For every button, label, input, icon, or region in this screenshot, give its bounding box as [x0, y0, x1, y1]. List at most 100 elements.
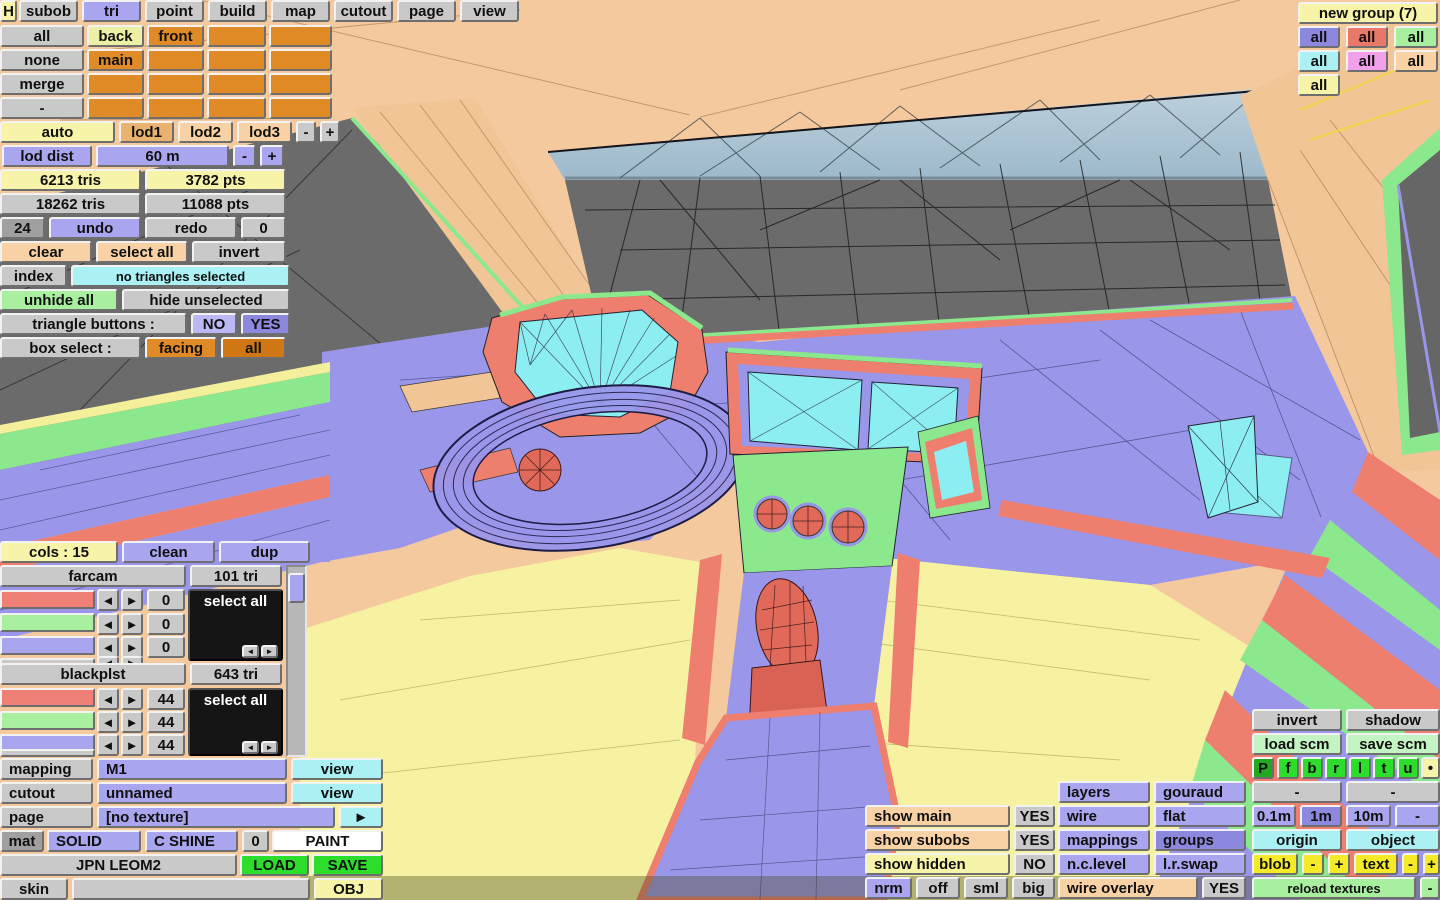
skin-button[interactable]: skin [0, 878, 68, 900]
mappings-button[interactable]: mappings [1058, 829, 1150, 851]
lod-dist-plus[interactable]: + [260, 145, 284, 167]
nrm-off-button[interactable]: off [916, 877, 960, 899]
group-all-red[interactable]: all [1346, 26, 1388, 48]
subob-back[interactable]: back [87, 25, 144, 47]
menu-tri[interactable]: tri [82, 0, 141, 22]
slider-blue[interactable] [0, 636, 95, 655]
lod-minus[interactable]: - [296, 121, 316, 143]
undo-button[interactable]: undo [49, 217, 141, 239]
nclevel-button[interactable]: n.c.level [1058, 853, 1150, 875]
show-subobs-toggle[interactable]: YES [1014, 829, 1055, 851]
object-button[interactable]: object [1346, 829, 1440, 851]
slider-left-arrow[interactable]: ◄ [97, 613, 119, 635]
cols-dup-button[interactable]: dup [219, 541, 310, 563]
lod-auto[interactable]: auto [0, 121, 115, 143]
mat-shine-value[interactable]: 0 [242, 830, 269, 852]
index-button[interactable]: index [0, 265, 67, 287]
slider-left-arrow[interactable]: ◄ [97, 636, 119, 658]
group-all-purple[interactable]: all [1298, 26, 1340, 48]
gouraud-button[interactable]: gouraud [1154, 781, 1246, 803]
unhide-all-button[interactable]: unhide all [0, 289, 118, 311]
proj-l-button[interactable]: l [1349, 757, 1371, 779]
slider-right-arrow[interactable]: ► [121, 711, 143, 733]
show-hidden-toggle[interactable]: NO [1014, 853, 1055, 875]
show-hidden-label[interactable]: show hidden [865, 853, 1010, 875]
slider-left-arrow[interactable]: ◄ [97, 589, 119, 611]
text-button[interactable]: text [1354, 853, 1398, 875]
obj-button[interactable]: OBJ [314, 878, 383, 900]
new-group-button[interactable]: new group (7) [1298, 2, 1438, 24]
show-main-label[interactable]: show main [865, 805, 1010, 827]
slider-green[interactable] [0, 613, 95, 632]
clear-button[interactable]: clear [0, 241, 92, 263]
nrm-sml-button[interactable]: sml [964, 877, 1008, 899]
page-label[interactable]: page [0, 806, 93, 828]
subob-minus[interactable]: - [0, 97, 84, 119]
group-slot[interactable] [207, 97, 266, 119]
color-next-arrow[interactable]: ► [261, 741, 278, 754]
subob-front[interactable]: front [147, 25, 204, 47]
group-all-green[interactable]: all [1394, 26, 1438, 48]
groups-button[interactable]: groups [1154, 829, 1246, 851]
proj-t-button[interactable]: t [1373, 757, 1395, 779]
proj-p-button[interactable]: P [1252, 757, 1274, 779]
lod-dist-value[interactable]: 60 m [96, 145, 229, 167]
lod-3[interactable]: lod3 [237, 121, 292, 143]
slider-right-arrow[interactable]: ► [121, 613, 143, 635]
triangle-buttons-yes[interactable]: YES [241, 313, 290, 335]
subob-main[interactable]: main [87, 49, 144, 71]
box-select-facing[interactable]: facing [145, 337, 217, 359]
subob-all[interactable]: all [0, 25, 84, 47]
slider-left-arrow[interactable]: ◄ [97, 734, 119, 756]
blob-button[interactable]: blob [1252, 853, 1298, 875]
menu-page[interactable]: page [397, 0, 456, 22]
cols-count-button[interactable]: cols : 15 [0, 541, 118, 563]
cols-scrollbar-thumb[interactable] [288, 573, 305, 603]
cols-clean-button[interactable]: clean [122, 541, 215, 563]
mapping-value[interactable]: M1 [97, 758, 287, 780]
lod-plus[interactable]: + [320, 121, 340, 143]
page-next-button[interactable]: ► [339, 806, 383, 828]
invert-selection-button[interactable]: invert [1252, 709, 1342, 731]
wire-button[interactable]: wire [1058, 805, 1150, 827]
group-slot[interactable] [207, 49, 266, 71]
group-slot[interactable] [87, 97, 144, 119]
select-all-button[interactable]: select all [96, 241, 188, 263]
redo-button[interactable]: redo [145, 217, 237, 239]
mapping-view-button[interactable]: view [291, 758, 383, 780]
save-scm-button[interactable]: save scm [1346, 733, 1440, 755]
load-button[interactable]: LOAD [240, 854, 309, 876]
group-slot[interactable] [147, 97, 204, 119]
menu-build[interactable]: build [208, 0, 267, 22]
model-file-name[interactable]: JPN LEOM2 [0, 854, 237, 876]
nrm-button[interactable]: nrm [865, 877, 912, 899]
wire-overlay-toggle[interactable]: YES [1202, 877, 1246, 899]
group-all-yellow[interactable]: all [1298, 74, 1340, 96]
page-value[interactable]: [no texture] [97, 806, 335, 828]
menu-map[interactable]: map [271, 0, 330, 22]
shadow-button[interactable]: shadow [1346, 709, 1440, 731]
group-slot[interactable] [147, 73, 204, 95]
menu-point[interactable]: point [145, 0, 204, 22]
color-group-name[interactable]: farcam [0, 565, 186, 587]
text-minus[interactable]: - [1402, 853, 1419, 875]
mapping-label[interactable]: mapping [0, 758, 93, 780]
group-all-peach[interactable]: all [1394, 50, 1438, 72]
group-all-cyan[interactable]: all [1298, 50, 1340, 72]
origin-button[interactable]: origin [1252, 829, 1342, 851]
proj-u-button[interactable]: u [1397, 757, 1419, 779]
flat-button[interactable]: flat [1154, 805, 1246, 827]
menu-cutout[interactable]: cutout [334, 0, 393, 22]
proj-r-button[interactable]: r [1325, 757, 1347, 779]
show-subobs-label[interactable]: show subobs [865, 829, 1010, 851]
slider-red[interactable] [0, 590, 95, 609]
nrm-big-button[interactable]: big [1012, 877, 1055, 899]
grid-0-1m-button[interactable]: 0.1m [1252, 805, 1296, 827]
grid-1m-button[interactable]: 1m [1300, 805, 1342, 827]
blob-plus[interactable]: + [1328, 853, 1350, 875]
reload-dash-button[interactable]: - [1420, 877, 1440, 899]
group-slot[interactable] [269, 73, 332, 95]
subob-merge[interactable]: merge [0, 73, 84, 95]
mat-paint-button[interactable]: PAINT [272, 830, 383, 852]
layers-button[interactable]: layers [1058, 781, 1150, 803]
